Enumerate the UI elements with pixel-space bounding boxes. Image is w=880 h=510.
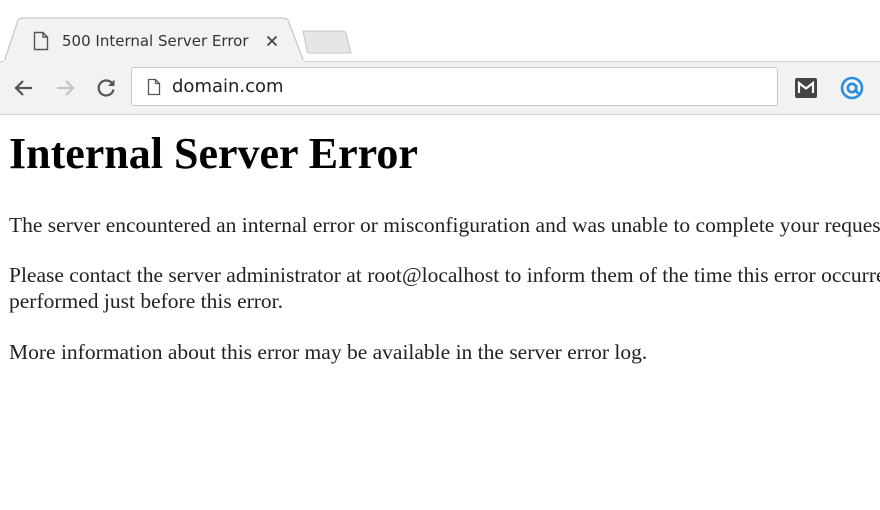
contact-paragraph-line-1: Please contact the server administrator … xyxy=(9,263,880,287)
tab-strip: 500 Internal Server Error xyxy=(0,0,880,62)
new-tab-button[interactable] xyxy=(302,30,352,54)
toolbar: domain.com xyxy=(0,62,880,115)
page-icon xyxy=(33,31,49,51)
forward-button[interactable] xyxy=(51,74,79,102)
at-sign-icon[interactable] xyxy=(840,76,864,100)
error-paragraph: The server encountered an internal error… xyxy=(9,213,880,237)
gmail-m-icon[interactable] xyxy=(794,76,818,100)
address-bar[interactable]: domain.com xyxy=(131,67,778,106)
page-title: Internal Server Error xyxy=(9,129,418,178)
page-content: Internal Server Error The server encount… xyxy=(0,115,880,510)
reload-icon xyxy=(97,79,115,97)
arrow-right-icon xyxy=(57,80,75,96)
contact-paragraph-line-2: performed just before this error. xyxy=(9,289,284,313)
info-paragraph: More information about this error may be… xyxy=(9,340,648,364)
back-button[interactable] xyxy=(10,74,38,102)
tab-title: 500 Internal Server Error xyxy=(62,32,249,50)
reload-button[interactable] xyxy=(92,74,120,102)
page-icon xyxy=(147,78,161,96)
browser-window: 500 Internal Server Error domain.com Int… xyxy=(0,0,880,510)
url-text[interactable]: domain.com xyxy=(172,77,284,97)
close-icon[interactable] xyxy=(263,32,281,50)
arrow-left-icon xyxy=(14,80,32,96)
